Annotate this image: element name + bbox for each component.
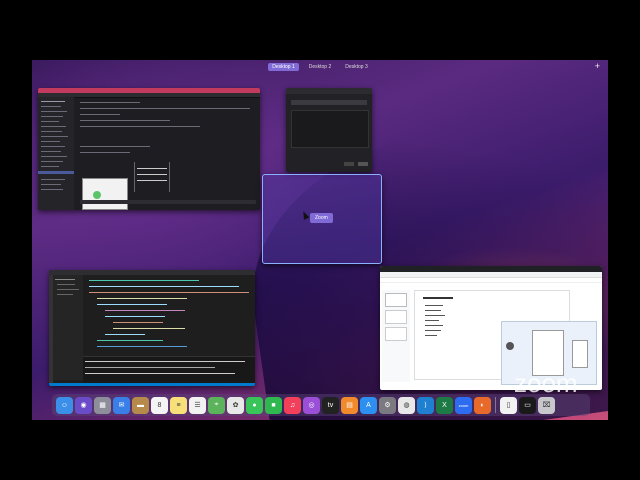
system-preferences-icon[interactable]: ⚙ <box>379 396 396 414</box>
music-icon[interactable]: ♫ <box>284 396 301 414</box>
space-desktop-1[interactable]: Desktop 1 <box>268 63 299 71</box>
podcasts-icon[interactable]: ◎ <box>303 396 320 414</box>
add-desktop-button[interactable]: + <box>595 61 600 71</box>
browser-window-chat[interactable] <box>38 88 260 210</box>
messages-icon[interactable]: ● <box>246 396 263 414</box>
photos-icon[interactable]: ✿ <box>227 396 244 414</box>
mail-icon[interactable]: ✉ <box>113 396 130 414</box>
terminal-panel[interactable] <box>83 356 255 383</box>
success-icon <box>93 191 101 199</box>
message-attachment-card[interactable] <box>82 178 128 210</box>
desktop-wallpaper: Desktop 1 Desktop 2 Desktop 3 + Zoom zoo… <box>32 60 608 420</box>
table-preview <box>134 162 170 192</box>
launchpad-icon[interactable]: ▦ <box>94 396 111 414</box>
maps-icon[interactable]: ⌖ <box>208 396 225 414</box>
calendar-icon[interactable]: 8 <box>151 396 168 414</box>
zoom-window-label: Zoom <box>310 213 333 223</box>
document-icon[interactable]: ▯ <box>500 396 517 414</box>
siri-icon[interactable]: ◉ <box>75 396 92 414</box>
zoom-app-icon[interactable]: zoom <box>455 396 472 414</box>
dialog-window[interactable] <box>286 88 372 172</box>
dock: ☺ ◉ ▦ ✉ ▬ 8 ≡ ☰ ⌖ ✿ ● ■ ♫ ◎ tv ▤ A ⚙ ◍ ⟩ Xzoom ◐ ▯ ▭ ⌧ <box>52 394 590 416</box>
books-icon[interactable]: ▤ <box>341 396 358 414</box>
app-store-icon[interactable]: A <box>360 396 377 414</box>
facetime-icon[interactable]: ■ <box>265 396 282 414</box>
file-explorer <box>53 275 83 380</box>
space-desktop-2[interactable]: Desktop 2 <box>305 63 336 71</box>
tv-icon[interactable]: tv <box>322 396 339 414</box>
vscode-icon[interactable]: ⟩ <box>417 396 434 414</box>
reminders-icon[interactable]: ☰ <box>189 396 206 414</box>
trash-icon[interactable]: ⌧ <box>538 396 555 414</box>
space-desktop-3[interactable]: Desktop 3 <box>341 63 372 71</box>
finder-icon[interactable]: ☺ <box>56 396 73 414</box>
folder-icon[interactable]: ▬ <box>132 396 149 414</box>
chrome-icon[interactable]: ◍ <box>398 396 415 414</box>
chat-sidebar <box>38 97 74 210</box>
code-editor-window[interactable] <box>49 270 255 386</box>
slide-canvas[interactable] <box>414 290 597 385</box>
window-preview-icon[interactable]: ▭ <box>519 396 536 414</box>
notes-icon[interactable]: ≡ <box>170 396 187 414</box>
dock-separator <box>495 397 496 413</box>
slide-thumbnails <box>382 290 410 382</box>
status-bar <box>49 383 255 386</box>
firefox-icon[interactable]: ◐ <box>474 396 491 414</box>
spaces-bar: Desktop 1 Desktop 2 Desktop 3 + <box>32 60 608 74</box>
excel-icon[interactable]: X <box>436 396 453 414</box>
